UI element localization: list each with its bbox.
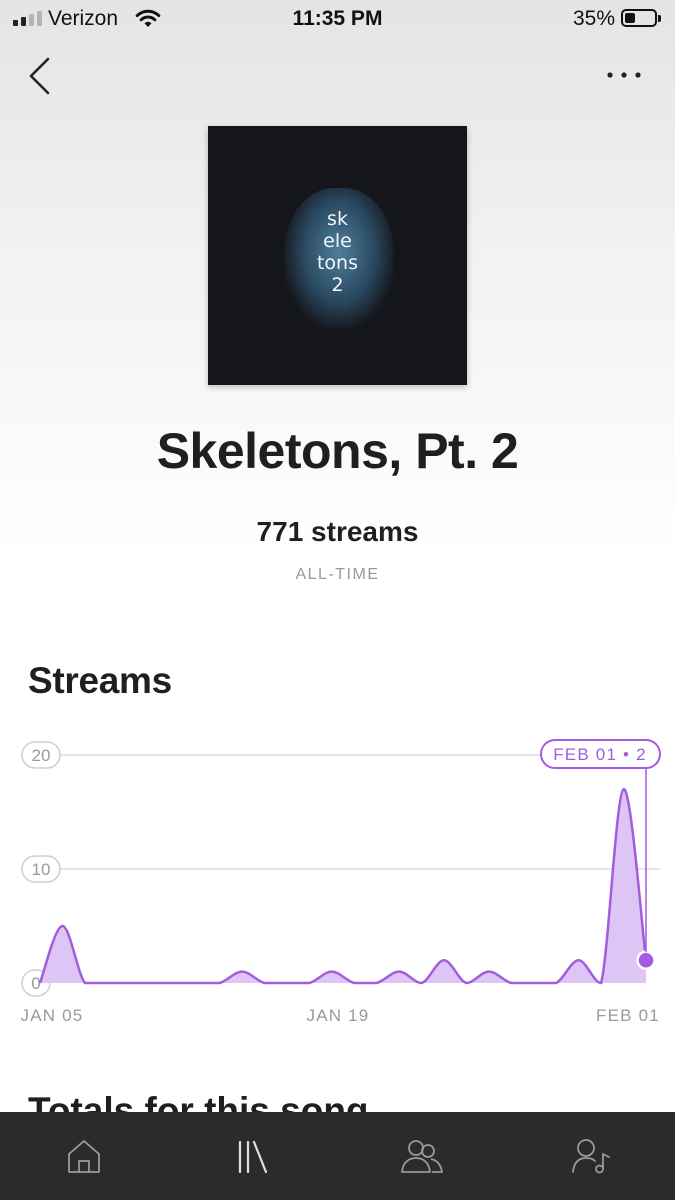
data-point[interactable]: [306, 980, 312, 986]
data-point[interactable]: [553, 980, 559, 986]
streams-chart[interactable]: 01020 FEB 01 • 2JAN 05 JAN 19 FEB 01: [0, 730, 675, 1040]
data-point[interactable]: [59, 923, 65, 929]
data-point[interactable]: [441, 957, 447, 963]
streams-section-title: Streams: [28, 660, 172, 701]
tab-home[interactable]: [0, 1112, 169, 1200]
audience-icon: [400, 1140, 443, 1173]
x-tick-label: JAN 05: [21, 1006, 84, 1025]
y-tick-label: 20: [32, 746, 51, 765]
battery-icon: [621, 9, 661, 27]
more-options-button[interactable]: [600, 60, 650, 90]
x-tick-label: FEB 01: [596, 1006, 660, 1025]
data-point[interactable]: [329, 969, 335, 975]
data-point[interactable]: [598, 980, 604, 986]
data-point[interactable]: [419, 980, 425, 986]
tab-audience[interactable]: [338, 1112, 507, 1200]
y-tick-label: 10: [32, 860, 51, 879]
data-point[interactable]: [531, 980, 537, 986]
data-point[interactable]: [127, 980, 133, 986]
series-area: [40, 789, 646, 983]
data-point[interactable]: [239, 969, 245, 975]
tab-library[interactable]: [169, 1112, 338, 1200]
data-point[interactable]: [374, 980, 380, 986]
data-point[interactable]: [217, 980, 223, 986]
album-artwork: sk ele tons 2: [208, 126, 467, 385]
data-point[interactable]: [621, 786, 627, 792]
data-point[interactable]: [486, 969, 492, 975]
data-point[interactable]: [37, 980, 43, 986]
tab-artist-profile[interactable]: [506, 1112, 675, 1200]
data-point[interactable]: [396, 969, 402, 975]
home-icon: [68, 1140, 101, 1173]
back-button[interactable]: [22, 56, 62, 96]
data-point[interactable]: [351, 980, 357, 986]
data-point[interactable]: [149, 980, 155, 986]
library-icon: [239, 1140, 268, 1174]
time-period-label: ALL-TIME: [295, 566, 380, 583]
x-tick-label: JAN 19: [307, 1006, 370, 1025]
status-bar: Verizon 11:35 PM 35%: [0, 0, 675, 38]
data-point[interactable]: [261, 980, 267, 986]
album-art-text: sk ele tons 2: [316, 208, 358, 296]
series-line: [38, 787, 648, 985]
battery-percentage: 35%: [573, 7, 616, 30]
data-point[interactable]: [104, 980, 110, 986]
selected-data-point[interactable]: [636, 950, 656, 970]
stream-count: 771 streams: [256, 516, 419, 547]
data-point[interactable]: [82, 980, 88, 986]
data-point[interactable]: [508, 980, 514, 986]
data-point[interactable]: [194, 980, 200, 986]
tab-bar: [0, 1112, 675, 1200]
selection-label: FEB 01 • 2: [553, 745, 647, 764]
data-point[interactable]: [576, 957, 582, 963]
data-point[interactable]: [284, 980, 290, 986]
data-point[interactable]: [172, 980, 178, 986]
data-point[interactable]: [463, 980, 469, 986]
artist-profile-icon: [571, 1139, 610, 1174]
song-title: Skeletons, Pt. 2: [156, 423, 519, 479]
chevron-left-icon: [29, 57, 50, 95]
ellipsis-icon: [607, 72, 641, 78]
